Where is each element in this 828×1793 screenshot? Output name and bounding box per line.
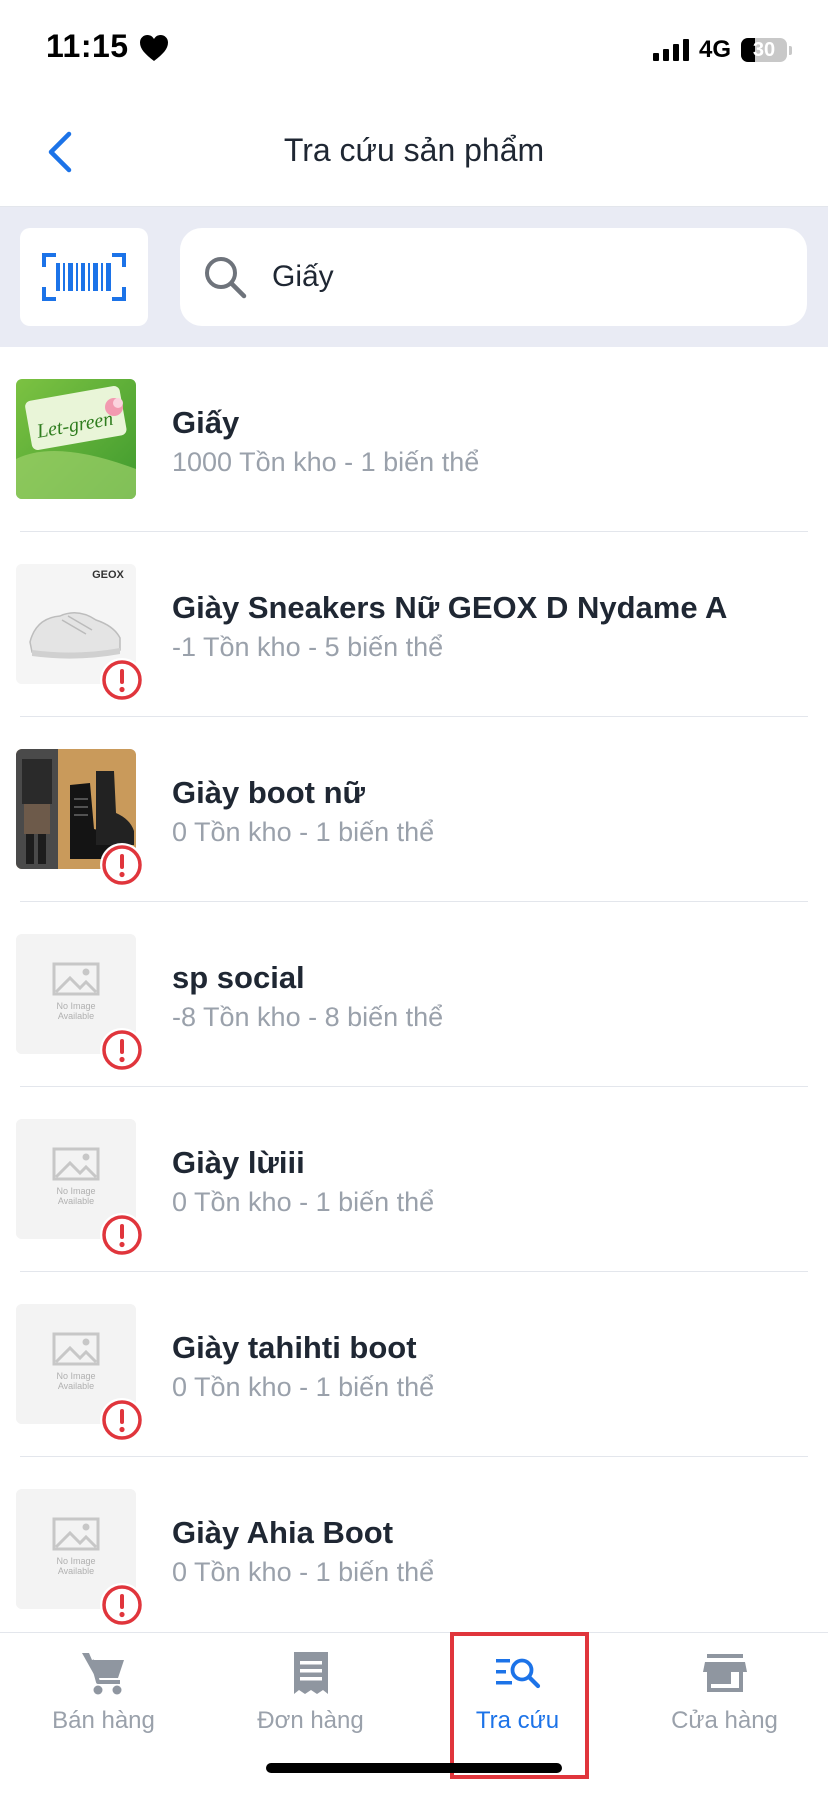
cart-icon — [79, 1649, 129, 1697]
product-row[interactable]: No Image Available Giày lừiii 0 Tồn kho … — [0, 1087, 828, 1272]
status-time-text: 11:15 — [46, 28, 129, 64]
tab-label: Cửa hàng — [671, 1707, 778, 1734]
home-indicator — [266, 1763, 562, 1773]
status-indicators: 4G 30 — [652, 36, 792, 64]
product-row[interactable]: Let-green Giấy 1000 Tồn kho - 1 biến thể — [0, 347, 828, 532]
product-name: Giày tahihti boot — [172, 1330, 417, 1365]
barcode-scan-icon — [42, 253, 126, 301]
search-area — [0, 207, 828, 347]
geox-text: GEOX — [92, 569, 124, 581]
product-stock-info: 1000 Tồn kho - 1 biến thể — [172, 447, 480, 477]
tab-don-hang[interactable]: Đơn hàng — [207, 1633, 414, 1758]
product-name: Giày Ahia Boot — [172, 1515, 394, 1550]
receipt-icon — [286, 1649, 336, 1697]
no-image-text: No Image — [56, 1001, 95, 1011]
tab-cua-hang[interactable]: Cửa hàng — [621, 1633, 828, 1758]
warning-badge — [100, 843, 144, 887]
no-image-text: No Image — [56, 1556, 95, 1566]
barcode-scan-button[interactable] — [20, 228, 148, 326]
warning-badge — [100, 658, 144, 702]
product-stock-info: -8 Tồn kho - 8 biến thể — [172, 1002, 444, 1032]
store-icon — [700, 1649, 750, 1697]
product-name: Giày lừiii — [172, 1145, 305, 1180]
warning-icon — [102, 1030, 142, 1070]
battery-tip — [789, 45, 792, 55]
tab-label: Tra cứu — [475, 1707, 560, 1734]
heart-icon — [139, 33, 169, 61]
search-icon — [202, 254, 248, 300]
product-name: Giấy — [172, 405, 240, 440]
product-name: Giày boot nữ — [172, 775, 365, 810]
page-title: Tra cứu sản phẩm — [283, 132, 545, 168]
no-image-text: Available — [58, 1566, 94, 1576]
product-row[interactable]: Giày boot nữ 0 Tồn kho - 1 biến thể — [0, 717, 828, 902]
search-input[interactable] — [270, 259, 774, 295]
product-stock-info: 0 Tồn kho - 1 biến thể — [172, 1372, 435, 1402]
no-image-text: Available — [58, 1381, 94, 1391]
product-name: Giày Sneakers Nữ GEOX D Nydame A — [172, 590, 728, 625]
status-time: 11:15 — [46, 28, 169, 65]
status-bar: 11:15 4G 30 — [0, 0, 828, 100]
product-row[interactable]: No Image Available Giày Ahia Boot 0 Tồn … — [0, 1457, 828, 1632]
no-image-text: No Image — [56, 1371, 95, 1381]
battery-level-text: 30 — [752, 38, 776, 61]
no-image-text: Available — [58, 1196, 94, 1206]
battery-icon: 30 — [741, 38, 787, 62]
tab-label: Đơn hàng — [257, 1707, 364, 1734]
tab-tra-cuu[interactable]: Tra cứu — [414, 1633, 621, 1758]
tab-label: Bán hàng — [52, 1707, 155, 1734]
product-stock-info: 0 Tồn kho - 1 biến thể — [172, 1557, 435, 1587]
warning-badge — [100, 1028, 144, 1072]
signal-icon — [652, 39, 689, 61]
product-row[interactable]: No Image Available Giày tahihti boot 0 T… — [0, 1272, 828, 1457]
no-image-text: Available — [58, 1011, 94, 1021]
lookup-search-icon — [493, 1649, 543, 1697]
warning-icon — [102, 1215, 142, 1255]
product-row[interactable]: No Image Available sp social -8 Tồn kho … — [0, 902, 828, 1087]
warning-icon — [102, 845, 142, 885]
no-image-text: No Image — [56, 1186, 95, 1196]
warning-badge — [100, 1213, 144, 1257]
search-box[interactable] — [180, 228, 807, 326]
product-row[interactable]: GEOX Giày Sneakers Nữ GEOX D Nydame A -1… — [0, 532, 828, 717]
let-green-photo: Let-green — [16, 379, 136, 499]
warning-icon — [102, 660, 142, 700]
network-label: 4G — [698, 36, 731, 63]
tab-ban-hang[interactable]: Bán hàng — [0, 1633, 207, 1758]
product-name: sp social — [172, 960, 305, 995]
warning-icon — [102, 1585, 142, 1625]
product-stock-info: 0 Tồn kho - 1 biến thể — [172, 817, 435, 847]
warning-badge — [100, 1583, 144, 1627]
navigation-bar: Tra cứu sản phẩm — [0, 100, 828, 207]
product-stock-info: -1 Tồn kho - 5 biến thể — [172, 632, 444, 662]
warning-badge — [100, 1398, 144, 1442]
product-image: Let-green — [16, 379, 136, 499]
product-stock-info: 0 Tồn kho - 1 biến thể — [172, 1187, 435, 1217]
product-list: Let-green Giấy 1000 Tồn kho - 1 biến thể… — [0, 347, 828, 1632]
warning-icon — [102, 1400, 142, 1440]
